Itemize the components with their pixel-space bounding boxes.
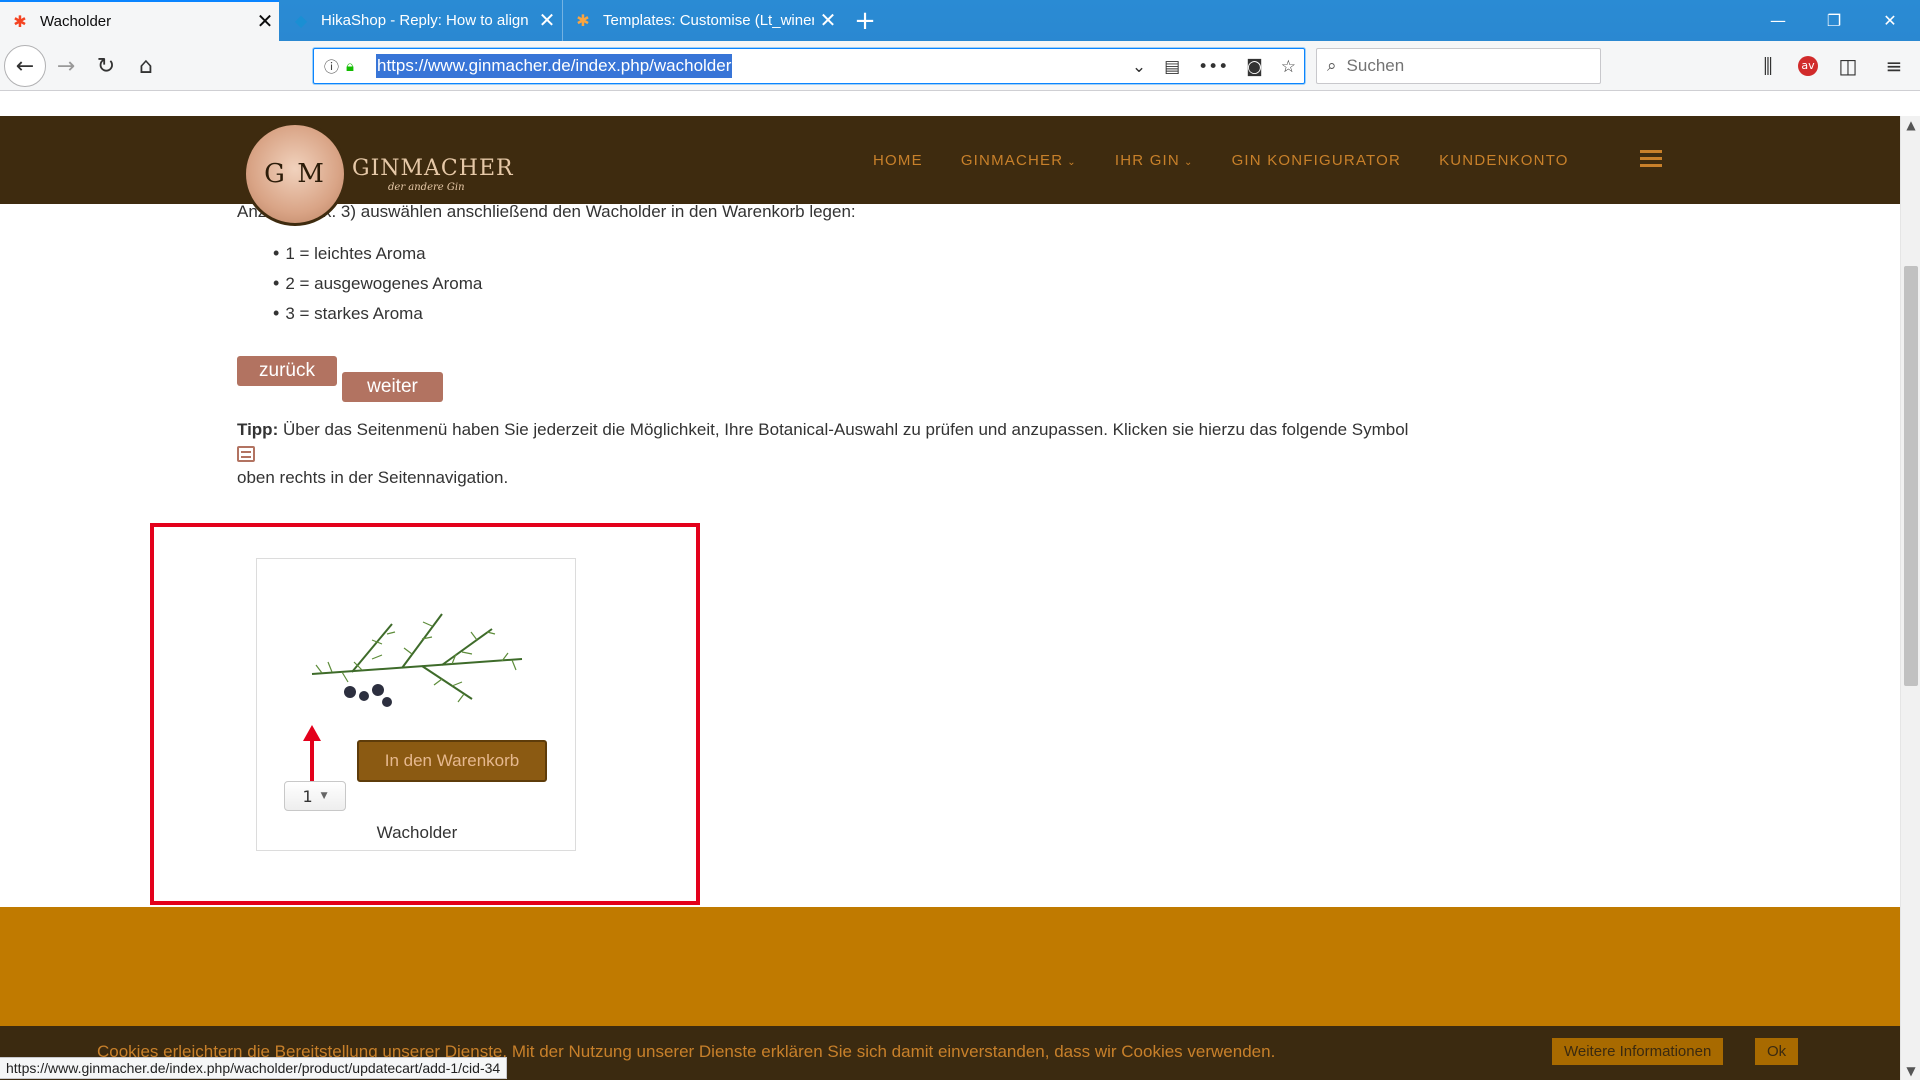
main-menu: HOME GINMACHER ⌄ IHR GIN ⌄ GIN KONFIGURATO… (873, 116, 1569, 204)
joomla-icon: ✱ (13, 13, 27, 31)
search-input[interactable]: Suchen (1347, 56, 1405, 76)
tip-label: Tipp: (237, 420, 279, 439)
list-item: 1 = leichtes Aroma (273, 238, 482, 268)
tip-text: Über das Seitenmenü haben Sie jederzeit … (278, 420, 1409, 439)
tab-title: Wacholder (40, 13, 112, 30)
arrow-right-icon: → (56, 53, 76, 79)
side-menu-symbol-icon (237, 446, 255, 462)
menu-item-ihr-gin[interactable]: IHR GIN ⌄ (1115, 152, 1194, 169)
tab-bar: ✱ Wacholder ✕ ◆ HikaShop - Reply: How to… (0, 0, 1920, 41)
tab-title: HikaShop - Reply: How to align (321, 12, 529, 29)
list-item: 3 = starkes Aroma (273, 298, 482, 328)
back-button-page[interactable]: zurück (237, 356, 337, 386)
cookie-ok-button[interactable]: Ok (1755, 1038, 1799, 1065)
close-tab-icon[interactable]: ✕ (814, 8, 842, 33)
scroll-down-icon[interactable]: ▼ (1901, 1064, 1920, 1078)
logo-mark: G M (264, 159, 326, 189)
info-icon[interactable]: ⓘ (324, 56, 346, 77)
sidebar-toggle-icon[interactable]: ◫ (1830, 48, 1866, 84)
bookmark-star-icon[interactable]: ☆ (1281, 57, 1296, 77)
chevron-down-icon: ⌄ (1183, 156, 1194, 168)
menu-label: GIN KONFIGURATOR (1231, 151, 1402, 169)
logo-name[interactable]: GINMACHER (352, 156, 514, 181)
status-bar-url: https://www.ginmacher.de/index.php/wacho… (0, 1057, 508, 1079)
home-icon: ⌂ (139, 53, 153, 79)
tab-templates[interactable]: ✱ Templates: Customise (Lt_winer ✕ (562, 0, 842, 41)
back-button[interactable]: ← (4, 45, 46, 87)
tip-text-continued: oben rechts in der Seitennavigation. (237, 468, 509, 487)
ginmacher-logo[interactable]: G M (243, 122, 347, 226)
library-icon[interactable]: ⫼ (1750, 48, 1786, 84)
avast-icon[interactable]: av (1790, 48, 1826, 84)
tab-title: Templates: Customise (Lt_winer (603, 12, 814, 29)
scrollbar-thumb[interactable] (1904, 266, 1918, 686)
menu-item-home[interactable]: HOME (873, 152, 923, 169)
menu-label: IHR GIN (1114, 151, 1180, 169)
chevron-down-icon[interactable]: ⌄ (1132, 57, 1146, 77)
url-bar[interactable]: ⓘ 🔒︎ https://www.ginmacher.de/index.php/… (313, 48, 1305, 84)
menu-label: HOME (873, 151, 923, 169)
list-item: 2 = ausgewogenes Aroma (273, 268, 482, 298)
close-window-button[interactable]: ✕ (1862, 0, 1918, 41)
reader-view-icon[interactable]: ▤ (1164, 57, 1180, 77)
close-tab-icon[interactable]: ✕ (533, 8, 561, 33)
menu-label: KUNDENKONTO (1439, 151, 1569, 169)
pocket-icon[interactable]: ◙ (1246, 57, 1263, 77)
tab-hikashop[interactable]: ◆ HikaShop - Reply: How to align ✕ (281, 0, 561, 41)
reload-button[interactable]: ↻ (88, 48, 124, 84)
home-button[interactable]: ⌂ (128, 48, 164, 84)
cookie-more-info-button[interactable]: Weitere Informationen (1552, 1038, 1724, 1065)
url-text[interactable]: https://www.ginmacher.de/index.php/wacho… (376, 54, 733, 78)
menu-item-ginmacher[interactable]: GINMACHER ⌄ (961, 152, 1077, 169)
hamburger-menu-icon[interactable]: ≡ (1876, 48, 1912, 84)
more-actions-icon[interactable]: ••• (1198, 57, 1228, 77)
restore-button[interactable]: ❐ (1806, 0, 1862, 41)
arrow-left-icon: ← (15, 53, 35, 79)
tip-paragraph: Tipp: Über das Seitenmenü haben Sie jede… (237, 420, 1408, 440)
search-icon: ⌕ (1327, 56, 1337, 75)
logo-tagline: der andere Gin (388, 182, 465, 193)
close-tab-icon[interactable]: ✕ (251, 9, 279, 34)
minimize-button[interactable]: — (1750, 0, 1806, 41)
forward-button[interactable]: → (48, 48, 84, 84)
hikashop-icon: ◆ (294, 12, 308, 30)
new-tab-button[interactable]: + (850, 0, 880, 41)
side-menu-hamburger-icon[interactable] (1640, 150, 1662, 171)
chevron-down-icon: ⌄ (1067, 156, 1077, 168)
joomla-icon: ✱ (576, 12, 590, 30)
reload-icon: ↻ (96, 53, 116, 79)
scroll-up-icon[interactable]: ▲ (1901, 118, 1920, 132)
aroma-list: 1 = leichtes Aroma 2 = ausgewogenes Arom… (273, 238, 482, 328)
menu-label: GINMACHER (960, 151, 1064, 169)
page-viewport: GINMACHER der andere Gin HOME GINMACHER ⌄… (0, 116, 1900, 1080)
page-scrollbar[interactable]: ▲ ▼ (1900, 116, 1920, 1080)
tab-wacholder[interactable]: ✱ Wacholder ✕ (0, 0, 279, 41)
search-bar[interactable]: ⌕ Suchen (1316, 48, 1601, 84)
lock-icon[interactable]: 🔒︎ (346, 57, 368, 75)
menu-item-kundenkonto[interactable]: KUNDENKONTO (1439, 152, 1569, 169)
annotation-highlight-box (150, 523, 700, 905)
next-button[interactable]: weiter (342, 372, 443, 402)
navigation-bar: ← → ↻ ⌂ ⓘ 🔒︎ https://www.ginmacher.de/in… (0, 41, 1920, 91)
menu-item-gin-konfigurator[interactable]: GIN KONFIGURATOR (1232, 152, 1402, 169)
